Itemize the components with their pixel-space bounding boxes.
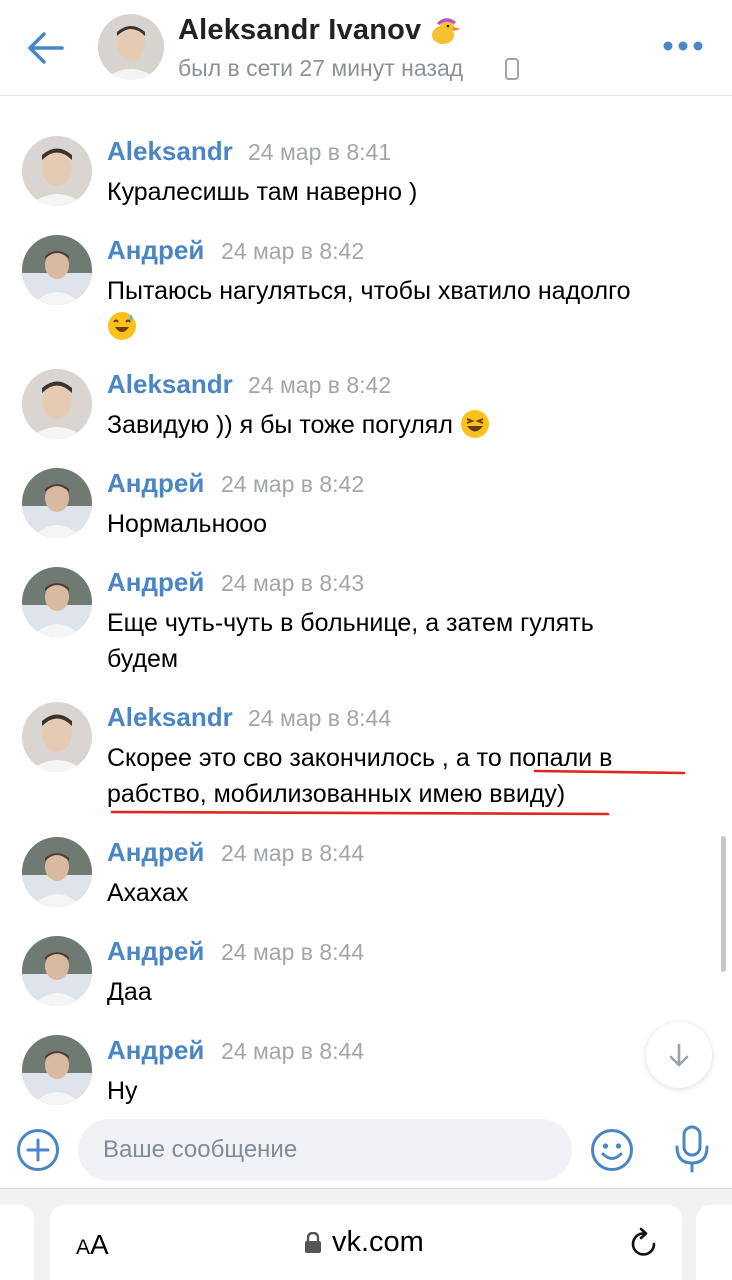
message-time: 24 мар в 8:44 [221,840,365,866]
reload-icon[interactable] [628,1227,660,1259]
emoji-smile-icon[interactable] [590,1128,634,1172]
red-underline-annotation [110,769,686,816]
laughing-emoji-icon [460,410,489,438]
message-author[interactable]: Aleksandr [107,136,233,167]
avatar-andrey[interactable] [22,936,92,1006]
duck-emoji-icon [432,18,461,44]
phone-icon [505,58,519,80]
avatar-andrey[interactable] [22,468,92,538]
message-author[interactable]: Андрей [107,567,204,598]
message-text: Завидую )) я бы тоже погулял [107,407,697,443]
chat-header: Aleksandr Ivanov был в сети 27 минут наз… [0,0,732,96]
message-text-content: Пытаюсь нагуляться, чтобы хватило надолг… [107,277,631,305]
message-author[interactable]: Андрей [107,468,204,499]
microphone-icon[interactable] [672,1124,712,1174]
message-text: Куралесишь там наверно ) [107,178,418,206]
text-size-small: A [76,1236,91,1259]
text-size-large: A [90,1229,109,1260]
message-text-content: Завидую )) я бы тоже погулял [107,411,453,439]
message-author[interactable]: Aleksandr [107,369,233,400]
message-input[interactable] [78,1119,572,1181]
more-dots-icon[interactable] [662,36,704,56]
message-author[interactable]: Андрей [107,1035,204,1066]
message-list[interactable]: Aleksandr 24 мар в 8:41 Куралесишь там н… [0,96,732,1112]
avatar-aleksandr[interactable] [22,136,92,206]
header-avatar[interactable] [98,14,164,80]
scroll-to-bottom-button[interactable] [646,1022,712,1088]
avatar-andrey[interactable] [22,567,92,637]
browser-toolbar: AA vk.com [0,1188,732,1280]
next-tab-card[interactable] [696,1205,732,1280]
lock-icon [305,1232,321,1253]
message-time: 24 мар в 8:42 [248,372,392,398]
message-composer [0,1112,732,1188]
message-author[interactable]: Андрей [107,837,204,868]
message-text: Пытаюсь нагуляться, чтобы хватило надолг… [107,273,697,345]
message-time: 24 мар в 8:44 [221,1038,365,1064]
message-author[interactable]: Андрей [107,235,204,266]
message-text: Ну [107,1077,138,1105]
previous-tab-card[interactable] [0,1205,34,1280]
message-text: Еще чуть-чуть в больнице, а затем гулять… [107,609,594,673]
message-time: 24 мар в 8:42 [221,471,365,497]
online-status: был в сети 27 минут назад [178,55,464,81]
back-arrow-icon[interactable] [26,28,66,68]
avatar-andrey[interactable] [22,837,92,907]
avatar-andrey[interactable] [22,1035,92,1105]
message-time: 24 мар в 8:43 [221,570,365,596]
avatar-aleksandr[interactable] [22,369,92,439]
address-bar[interactable]: AA vk.com [50,1205,682,1280]
message-text: Даа [107,978,152,1006]
message-text: Нормальнооо [107,510,268,538]
url-text[interactable]: vk.com [332,1226,424,1259]
message-time: 24 мар в 8:44 [221,939,365,965]
sweat-smile-emoji-icon [108,312,136,340]
message-time: 24 мар в 8:41 [248,139,392,165]
avatar-andrey[interactable] [22,235,92,305]
text-size-button[interactable]: AA [76,1229,109,1261]
message-author[interactable]: Андрей [107,936,204,967]
message-text: Ахахах [107,879,189,907]
contact-name[interactable]: Aleksandr Ivanov [178,14,421,47]
add-attachment-icon[interactable] [16,1128,60,1172]
arrow-down-icon [669,1043,689,1067]
message-time: 24 мар в 8:42 [221,238,365,264]
scrollbar[interactable] [721,836,726,972]
